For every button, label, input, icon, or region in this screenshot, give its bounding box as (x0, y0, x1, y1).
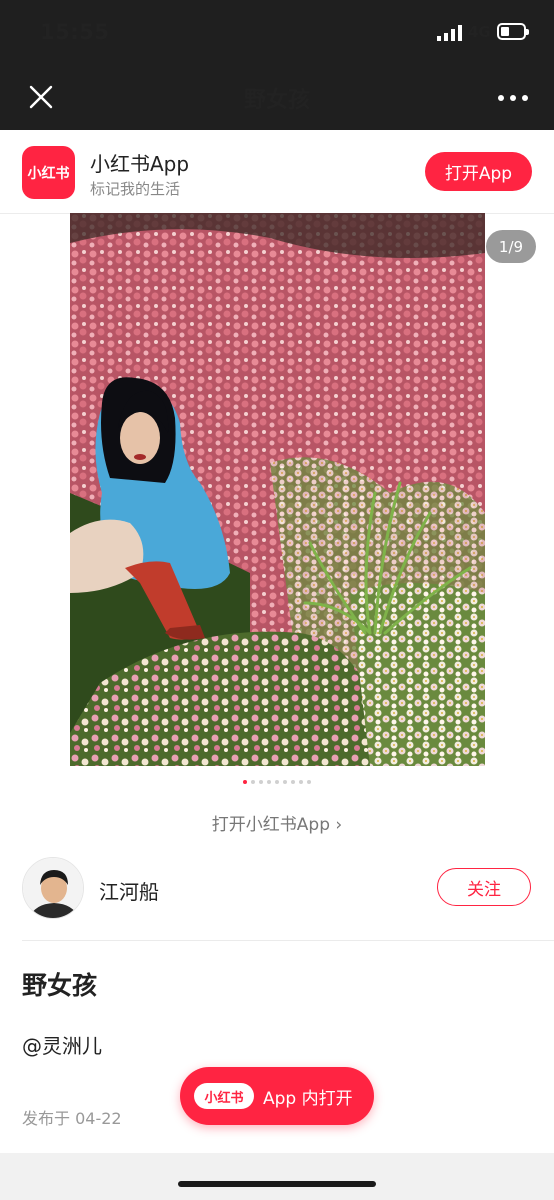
status-time: 15:55 (40, 20, 110, 44)
app-name: 小红书App (90, 152, 190, 176)
open-app-link[interactable]: 打开小红书App › (0, 810, 554, 835)
carousel-dot[interactable] (251, 780, 255, 784)
flower-field-image (70, 213, 485, 766)
network-label: 4G (468, 23, 491, 41)
carousel-dot[interactable] (299, 780, 303, 784)
author-name[interactable]: 江河船 (99, 876, 159, 905)
carousel-dots (0, 780, 554, 784)
avatar[interactable] (22, 857, 84, 919)
signal-icon (437, 25, 462, 41)
open-in-app-button[interactable]: 小红书 App 内打开 (180, 1067, 374, 1125)
page-indicator: 1/9 (486, 230, 536, 263)
app-logo: 小红书 (22, 146, 75, 199)
battery-icon (497, 23, 529, 40)
carousel-dot[interactable] (275, 780, 279, 784)
app-logo-small: 小红书 (194, 1083, 254, 1109)
carousel-dot[interactable] (267, 780, 271, 784)
carousel-dot[interactable] (307, 780, 311, 784)
carousel-dot[interactable] (283, 780, 287, 784)
carousel-dot[interactable] (259, 780, 263, 784)
carousel-dot[interactable] (243, 780, 247, 784)
app-slogan: 标记我的生活 (90, 180, 181, 198)
user-mention[interactable]: @灵洲儿 (22, 1030, 102, 1059)
carousel-dot[interactable] (291, 780, 295, 784)
page-title: 野女孩 (243, 88, 310, 113)
open-in-app-label: App 内打开 (263, 1088, 353, 1109)
more-icon[interactable] (496, 86, 530, 110)
post-date: 发布于 04-22 (22, 1109, 122, 1128)
post-photo[interactable] (70, 213, 485, 766)
follow-button[interactable]: 关注 (437, 868, 531, 906)
open-app-button[interactable]: 打开App (425, 152, 532, 191)
post-title: 野女孩 (22, 971, 98, 1000)
bottom-area (0, 1153, 554, 1200)
home-indicator (178, 1181, 376, 1187)
divider (22, 940, 554, 941)
